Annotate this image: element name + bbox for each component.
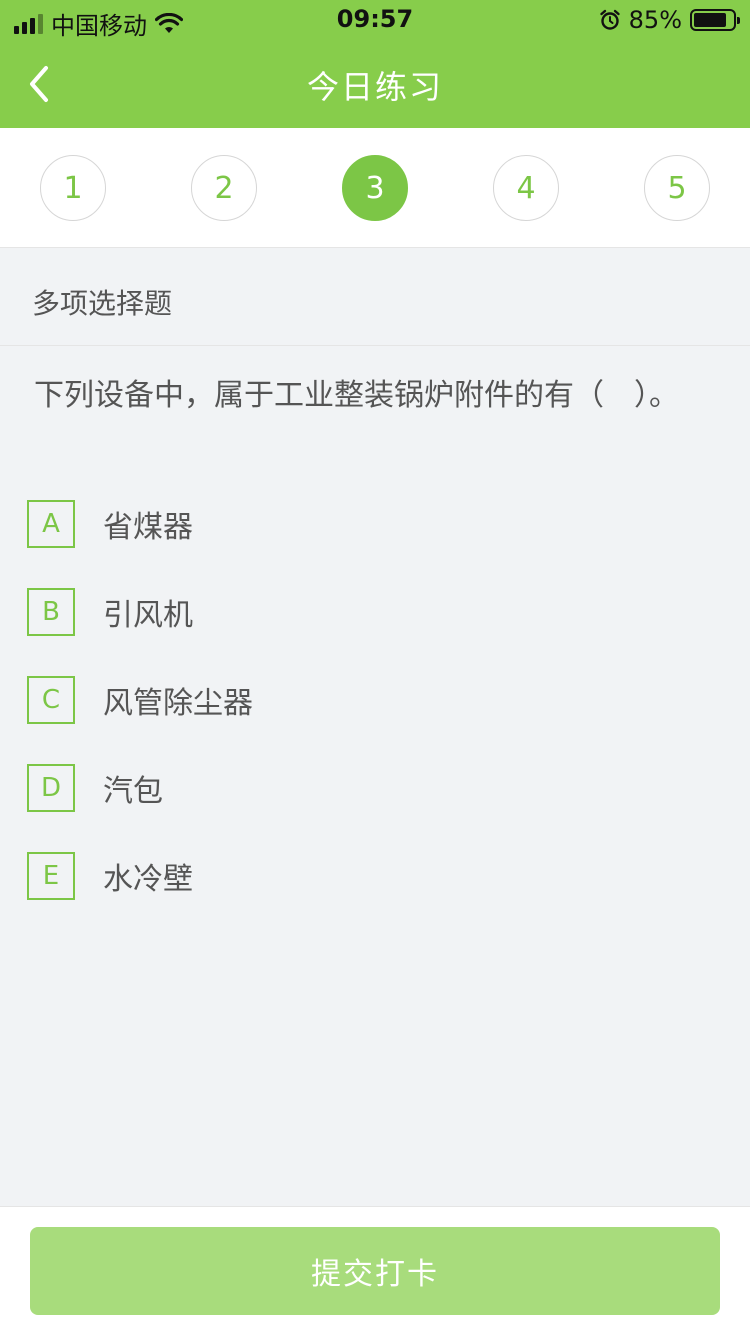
option-letter: D — [27, 764, 75, 812]
step-5[interactable]: 5 — [644, 155, 710, 221]
question-stem: 下列设备中，属于工业整装锅炉附件的有（ ）。 — [34, 378, 679, 413]
battery-icon — [690, 9, 740, 31]
option-letter: E — [27, 852, 75, 900]
option-text: 引风机 — [103, 598, 193, 633]
question-type-section: 多项选择题 — [0, 248, 750, 346]
option-a[interactable]: A 省煤器 — [27, 500, 193, 548]
question-stepper: 1 2 3 4 5 — [0, 128, 750, 248]
page-title: 今日练习 — [306, 68, 443, 106]
option-c[interactable]: C 风管除尘器 — [27, 676, 253, 724]
step-4[interactable]: 4 — [493, 155, 559, 221]
footer: 提交打卡 — [0, 1206, 750, 1334]
step-1[interactable]: 1 — [40, 155, 106, 221]
option-text: 风管除尘器 — [103, 686, 253, 721]
option-d[interactable]: D 汽包 — [27, 764, 163, 812]
alarm-icon — [599, 9, 620, 30]
question-type-label: 多项选择题 — [32, 287, 173, 320]
option-b[interactable]: B 引风机 — [27, 588, 193, 636]
header: 中国移动 09:57 85% 今日练习 — [0, 0, 750, 128]
option-letter: A — [27, 500, 75, 548]
option-text: 省煤器 — [103, 510, 193, 545]
step-2[interactable]: 2 — [191, 155, 257, 221]
option-text: 水冷壁 — [103, 862, 193, 897]
submit-button[interactable]: 提交打卡 — [30, 1227, 720, 1315]
option-letter: B — [27, 588, 75, 636]
option-letter: C — [27, 676, 75, 724]
status-bar: 中国移动 09:57 85% — [0, 0, 750, 40]
option-text: 汽包 — [103, 774, 163, 809]
step-3-active[interactable]: 3 — [342, 155, 408, 221]
option-e[interactable]: E 水冷壁 — [27, 852, 193, 900]
battery-percent: 85% — [628, 6, 682, 34]
